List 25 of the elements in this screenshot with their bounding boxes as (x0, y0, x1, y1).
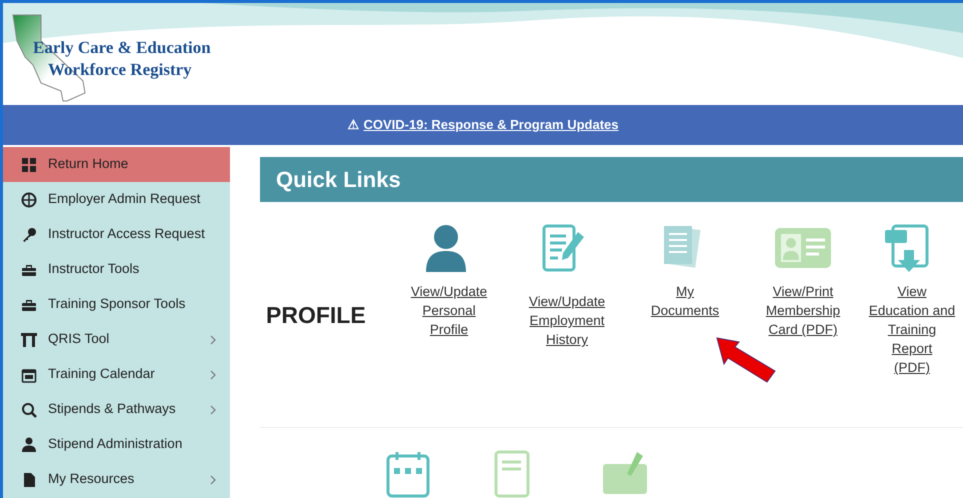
quick-link[interactable]: My Documents (650, 282, 720, 320)
gate-icon (21, 332, 37, 348)
chevron-right-icon (210, 404, 216, 414)
quick-link[interactable]: View/Print Membership Card (PDF) (766, 282, 840, 339)
quick-link[interactable]: View/Update Employment History (528, 292, 606, 349)
file-icon (21, 472, 37, 488)
quick-link[interactable]: View/Update Personal Profile (410, 282, 488, 339)
person-icon (21, 436, 37, 452)
chevron-right-icon (210, 474, 216, 484)
chevron-right-icon (210, 370, 216, 380)
warning-icon: ⚠ (347, 115, 360, 135)
logo-subtitle: Workforce Registry (47, 59, 193, 81)
globe-icon (21, 192, 37, 208)
key-icon (21, 226, 37, 242)
search-icon (21, 402, 37, 418)
logo-title: Early Care & Education (33, 37, 211, 59)
quick-links-heading: Quick Links (260, 157, 963, 202)
quick-link[interactable]: View Education and Training Report (PDF) (868, 282, 956, 377)
chevron-right-icon (210, 334, 216, 344)
calendar-icon (21, 366, 37, 382)
section-title: PROFILE (265, 301, 367, 330)
covid-link[interactable]: COVID-19: Response & Program Updates (363, 115, 618, 135)
grid-icon (21, 156, 37, 172)
sidebar-item[interactable]: Return Home (3, 147, 230, 182)
annotation-arrow (715, 336, 777, 384)
